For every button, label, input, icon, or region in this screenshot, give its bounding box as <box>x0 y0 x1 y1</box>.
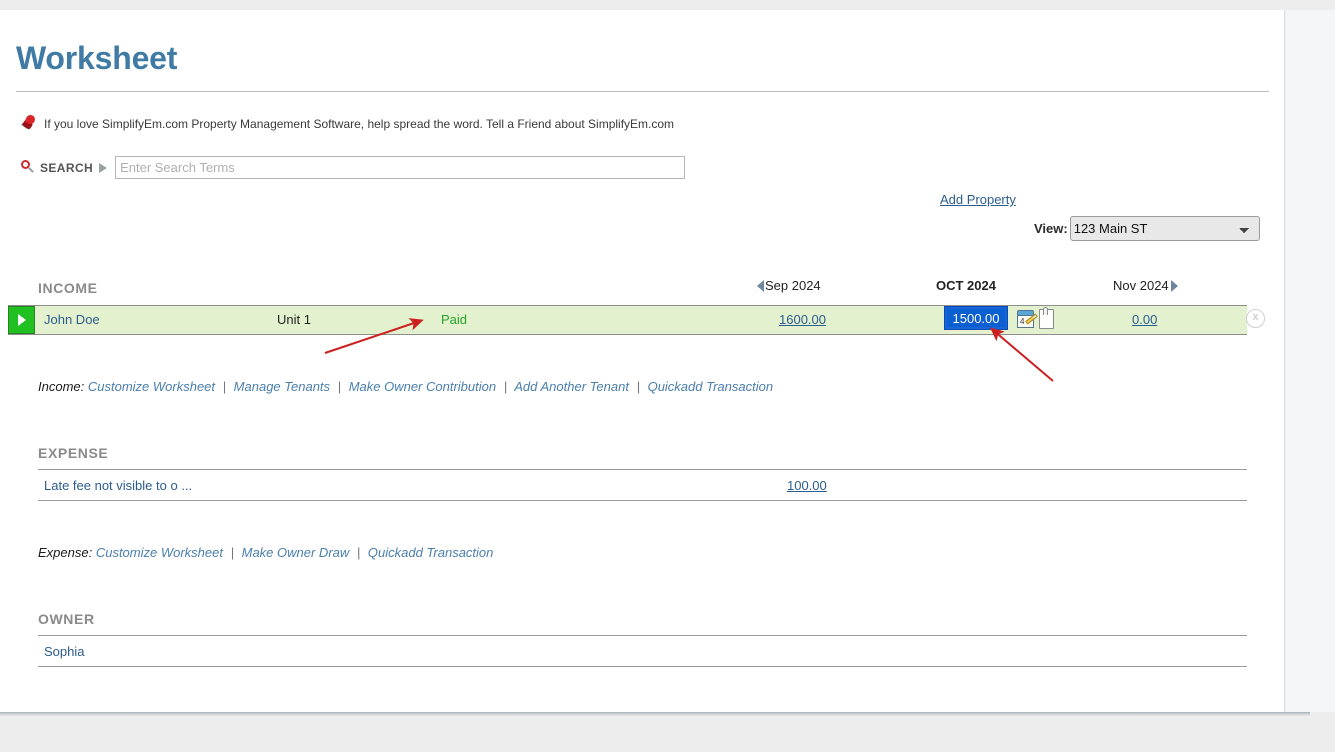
triangle-right-icon <box>18 314 26 326</box>
tenant-name-link[interactable]: John Doe <box>44 306 100 334</box>
worksheet-page: Worksheet If you love SimplifyEm.com Pro… <box>0 10 1285 712</box>
payment-status: Paid <box>441 306 467 334</box>
pushpin-icon <box>18 113 40 135</box>
add-property-link[interactable]: Add Property <box>940 192 1016 207</box>
magnifier-icon <box>18 158 38 178</box>
owner-name-link[interactable]: Sophia <box>44 644 84 659</box>
window-bottom-area <box>0 716 1335 752</box>
view-selector-row: View: 123 Main ST <box>1034 216 1260 241</box>
income-link-quickadd-transaction[interactable]: Quickadd Transaction <box>648 379 774 394</box>
owner-bottom-rule <box>38 666 1247 667</box>
triangle-right-icon <box>99 163 107 173</box>
income-actions-prefix: Income: <box>38 379 84 394</box>
month-current-cell: OCT 2024 <box>936 278 996 293</box>
owner-section-heading: OWNER <box>38 611 95 627</box>
note-attachment-icon[interactable] <box>1039 309 1054 329</box>
prev-month-amount-link[interactable]: 1600.00 <box>779 306 826 334</box>
owner-top-rule <box>38 635 1247 636</box>
next-month-amount-link[interactable]: 0.00 <box>1132 306 1157 334</box>
triangle-left-icon[interactable] <box>757 280 764 292</box>
income-link-add-another-tenant[interactable]: Add Another Tenant <box>514 379 629 394</box>
search-bar: SEARCH <box>18 156 685 179</box>
month-prev-cell[interactable]: Sep 2024 <box>757 278 821 293</box>
month-next-label: Nov 2024 <box>1113 278 1169 293</box>
unit-label: Unit 1 <box>277 306 311 334</box>
promo-text: If you love SimplifyEm.com Property Mana… <box>44 117 674 131</box>
income-actions: Income: Customize Worksheet | Manage Ten… <box>38 379 773 394</box>
income-link-manage-tenants[interactable]: Manage Tenants <box>234 379 330 394</box>
expense-prev-amount-link[interactable]: 100.00 <box>787 478 827 493</box>
month-navigation-header: Sep 2024 OCT 2024 Nov 2024 <box>38 278 1247 300</box>
expense-link-customize-worksheet[interactable]: Customize Worksheet <box>96 545 223 560</box>
expense-top-rule <box>38 469 1247 470</box>
month-prev-label: Sep 2024 <box>765 278 821 293</box>
expense-actions-prefix: Expense: <box>38 545 92 560</box>
expense-link-quickadd-transaction[interactable]: Quickadd Transaction <box>368 545 494 560</box>
view-property-select[interactable]: 123 Main ST <box>1070 216 1260 241</box>
page-title: Worksheet <box>16 40 177 77</box>
expense-bottom-rule <box>38 500 1247 501</box>
view-label: View: <box>1034 221 1068 236</box>
expense-actions: Expense: Customize Worksheet | Make Owne… <box>38 545 493 560</box>
current-month-amount-input[interactable] <box>945 307 1007 329</box>
expense-link-make-owner-draw[interactable]: Make Owner Draw <box>242 545 350 560</box>
expand-row-button[interactable] <box>8 306 35 334</box>
title-divider <box>16 91 1269 92</box>
expense-item-name[interactable]: Late fee not visible to o ... <box>44 478 192 493</box>
page-right-gutter <box>1286 10 1335 712</box>
income-link-customize-worksheet[interactable]: Customize Worksheet <box>88 379 215 394</box>
calendar-edit-icon[interactable]: 4 <box>1017 310 1037 329</box>
promo-banner: If you love SimplifyEm.com Property Mana… <box>18 113 674 135</box>
window-top-strip <box>0 0 1335 10</box>
remove-circle-icon[interactable]: x <box>1246 309 1265 328</box>
triangle-right-icon[interactable] <box>1171 280 1178 292</box>
search-label: SEARCH <box>40 161 93 175</box>
search-input[interactable] <box>115 156 685 179</box>
month-current-label: OCT 2024 <box>936 278 996 293</box>
income-link-make-owner-contribution[interactable]: Make Owner Contribution <box>349 379 496 394</box>
month-next-cell[interactable]: Nov 2024 <box>1113 278 1178 293</box>
income-tenant-row: John Doe Unit 1 Paid 1600.00 4 0.00 <box>8 305 1247 335</box>
expense-section-heading: EXPENSE <box>38 445 108 461</box>
